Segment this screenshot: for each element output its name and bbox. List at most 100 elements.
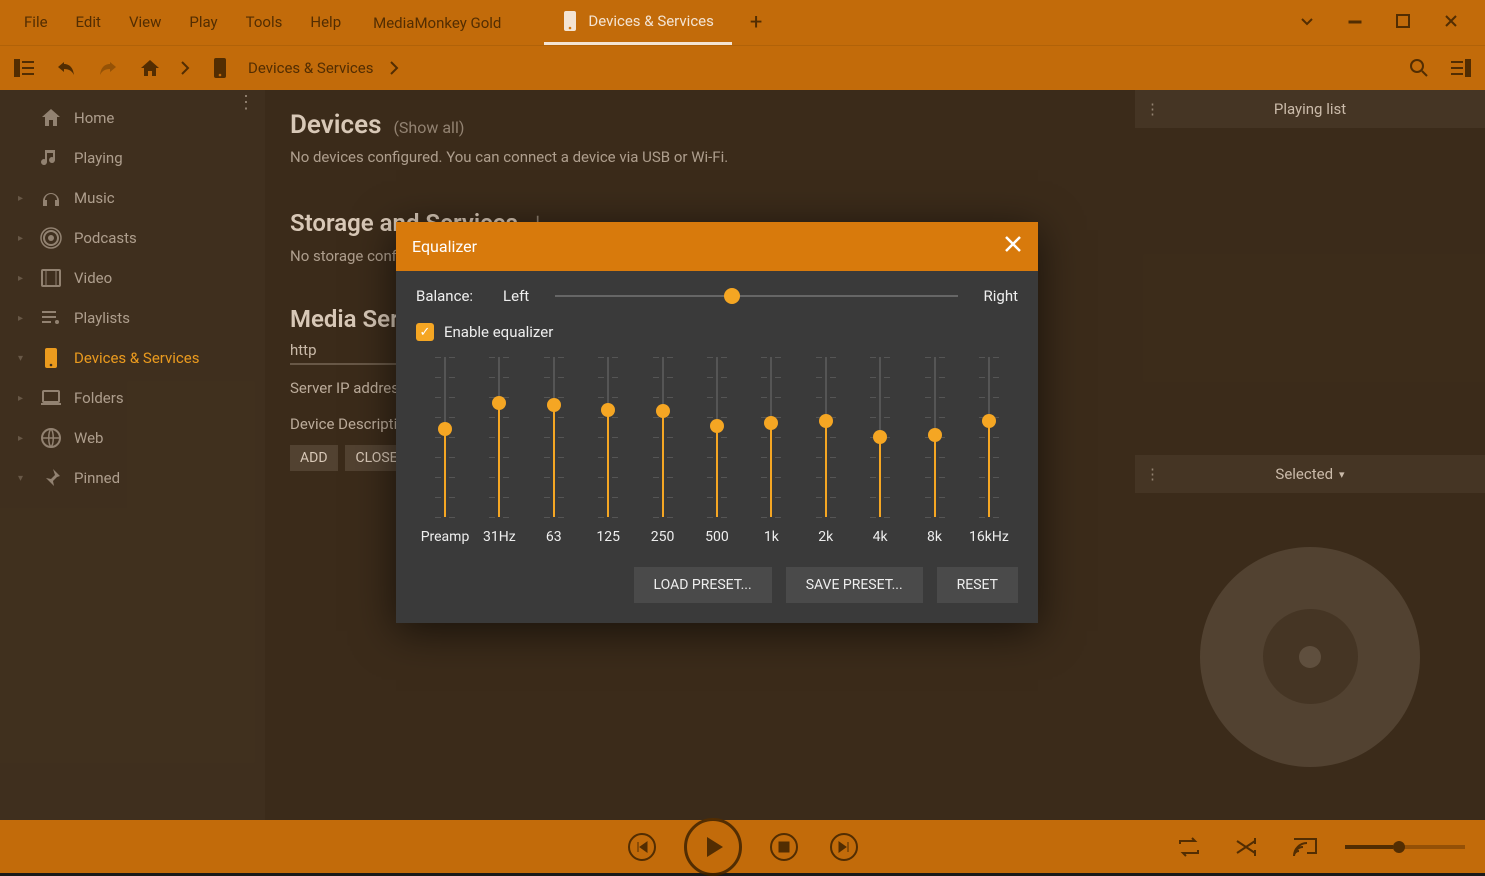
eq-thumb[interactable] [438, 422, 452, 436]
sidebar-item-devices-services[interactable]: ▾ Devices & Services [0, 338, 265, 378]
redo-icon[interactable] [94, 54, 122, 82]
eq-band-500: 500 [690, 357, 744, 545]
tab-devices-services[interactable]: Devices & Services [544, 0, 731, 45]
home-icon[interactable] [136, 54, 164, 82]
load-preset-button[interactable]: LOAD PRESET... [634, 567, 772, 603]
next-button[interactable] [826, 829, 862, 865]
play-button[interactable] [684, 818, 742, 876]
enable-equalizer-checkbox[interactable]: ✓ [416, 323, 434, 341]
close-button[interactable] [1427, 13, 1475, 33]
laptop-icon [40, 387, 62, 409]
repeat-button[interactable] [1171, 829, 1207, 865]
sidebar-item-video[interactable]: ▸Video [0, 258, 265, 298]
eq-thumb[interactable] [656, 404, 670, 418]
eq-thumb[interactable] [547, 398, 561, 412]
menu-tools[interactable]: Tools [232, 0, 297, 45]
dialog-close-button[interactable] [1004, 234, 1022, 259]
sidebar-item-music[interactable]: ▸Music [0, 178, 265, 218]
device-icon[interactable] [206, 54, 234, 82]
panel-right-icon[interactable] [1447, 54, 1475, 82]
eq-slider-2k[interactable] [825, 357, 827, 517]
selected-header[interactable]: ⋮ Selected ▾ [1135, 455, 1485, 493]
shuffle-button[interactable] [1229, 829, 1265, 865]
eq-thumb[interactable] [873, 430, 887, 444]
search-icon[interactable] [1405, 54, 1433, 82]
cast-button[interactable] [1287, 829, 1323, 865]
sidebar-item-pinned[interactable]: ▾Pinned [0, 458, 265, 498]
eq-band-125: 125 [581, 357, 635, 545]
breadcrumb[interactable]: Devices & Services [248, 59, 373, 77]
toolbar: Devices & Services [0, 45, 1485, 90]
chevron-right-icon[interactable]: ▸ [18, 393, 28, 404]
chevron-down-icon[interactable]: ▾ [18, 353, 28, 364]
eq-slider-4k[interactable] [879, 357, 881, 517]
undo-icon[interactable] [52, 54, 80, 82]
eq-band-250: 250 [636, 357, 690, 545]
menubar: FileEditViewPlayToolsHelp MediaMonkey Go… [0, 0, 1485, 45]
sidebar-item-home[interactable]: Home [0, 98, 265, 138]
menu-help[interactable]: Help [296, 0, 355, 45]
eq-slider-63[interactable] [553, 357, 555, 517]
eq-band-label: Preamp [421, 529, 470, 545]
sidebar-menu-icon[interactable]: ⋮ [237, 100, 255, 105]
chevron-down-icon[interactable]: ▾ [18, 473, 28, 484]
eq-slider-500[interactable] [716, 357, 718, 517]
sidebar-item-playlists[interactable]: ▸Playlists [0, 298, 265, 338]
playlist-icon [40, 307, 62, 329]
equalizer-dialog: Equalizer Balance: Left Right ✓ Enable e… [396, 222, 1038, 623]
eq-thumb[interactable] [601, 403, 615, 417]
eq-band-4k: 4k [853, 357, 907, 545]
minimize-button[interactable] [1331, 14, 1379, 32]
eq-slider-31hz[interactable] [498, 357, 500, 517]
eq-thumb[interactable] [928, 428, 942, 442]
eq-thumb[interactable] [982, 414, 996, 428]
chevron-right-icon[interactable] [387, 54, 401, 82]
enable-equalizer-row[interactable]: ✓ Enable equalizer [416, 323, 1018, 341]
show-all-link[interactable]: (Show all) [393, 118, 464, 137]
sidebar-item-playing[interactable]: Playing [0, 138, 265, 178]
eq-slider-1k[interactable] [770, 357, 772, 517]
add-button[interactable]: ADD [290, 445, 338, 471]
sidebar-item-podcasts[interactable]: ▸Podcasts [0, 218, 265, 258]
chevron-right-icon[interactable]: ▸ [18, 193, 28, 204]
menu-edit[interactable]: Edit [62, 0, 115, 45]
eq-slider-8k[interactable] [934, 357, 936, 517]
chevron-down-icon[interactable] [1283, 13, 1331, 33]
menu-view[interactable]: View [115, 0, 175, 45]
eq-slider-16khz[interactable] [988, 357, 990, 517]
selected-body [1135, 493, 1485, 820]
chevron-right-icon[interactable]: ▸ [18, 233, 28, 244]
previous-button[interactable] [624, 829, 660, 865]
maximize-button[interactable] [1379, 14, 1427, 32]
sidebar-item-web[interactable]: ▸Web [0, 418, 265, 458]
new-tab-button[interactable]: + [732, 10, 780, 35]
stop-button[interactable] [766, 829, 802, 865]
chevron-right-icon[interactable]: ▸ [18, 273, 28, 284]
panel-toggle-icon[interactable] [10, 54, 38, 82]
volume-thumb[interactable] [1393, 841, 1405, 853]
eq-slider-preamp[interactable] [444, 357, 446, 517]
eq-slider-250[interactable] [662, 357, 664, 517]
eq-band-label: 2k [818, 529, 833, 545]
chevron-right-icon[interactable]: ▸ [18, 433, 28, 444]
sidebar-item-folders[interactable]: ▸Folders [0, 378, 265, 418]
menu-file[interactable]: File [10, 0, 62, 45]
selected-menu-icon[interactable]: ⋮ [1145, 472, 1160, 477]
chevron-right-icon[interactable]: ▸ [18, 313, 28, 324]
film-icon [40, 267, 62, 289]
playing-menu-icon[interactable]: ⋮ [1145, 107, 1160, 112]
eq-thumb[interactable] [764, 416, 778, 430]
eq-thumb[interactable] [710, 419, 724, 433]
selected-title: Selected [1275, 465, 1333, 483]
eq-slider-125[interactable] [607, 357, 609, 517]
home-icon [40, 107, 62, 129]
save-preset-button[interactable]: SAVE PRESET... [786, 567, 923, 603]
eq-thumb[interactable] [819, 414, 833, 428]
menu-play[interactable]: Play [175, 0, 231, 45]
balance-slider[interactable] [555, 295, 957, 297]
sidebar-item-label: Devices & Services [74, 349, 199, 367]
reset-button[interactable]: RESET [937, 567, 1018, 603]
balance-thumb[interactable] [724, 288, 740, 304]
volume-slider[interactable] [1345, 845, 1465, 849]
eq-thumb[interactable] [492, 396, 506, 410]
